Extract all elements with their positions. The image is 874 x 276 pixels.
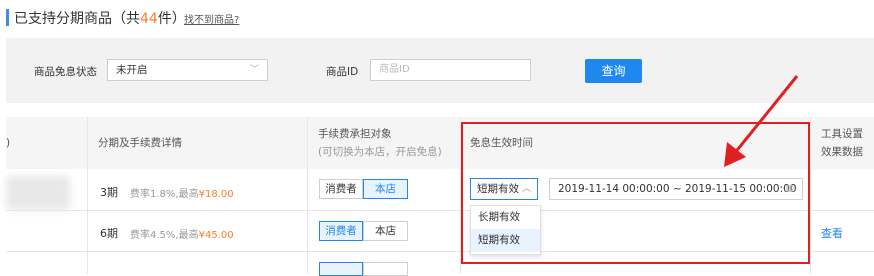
product-thumbnail (6, 176, 70, 210)
col-tools: 工具设置 (821, 128, 863, 140)
row2-fee-store[interactable]: 本店 (363, 221, 408, 241)
col-installment: 分期及手续费详情 (98, 137, 182, 149)
title-accent-bar (6, 9, 9, 26)
product-count: 44 (140, 11, 158, 27)
row1-period: 3期 (100, 186, 118, 199)
page-title: 已支持分期商品（共44件） (14, 11, 186, 27)
row1-fee-consumer[interactable]: 消费者 (319, 179, 363, 199)
arrow-head (724, 142, 746, 167)
row1-fee-store[interactable]: 本店 (363, 179, 408, 199)
col-cut-label: ) (6, 137, 11, 149)
row1-rate: 费率1.8%,最高¥18.00 (130, 189, 234, 200)
arrow-shaft (732, 75, 799, 155)
product-id-label: 商品ID (326, 66, 359, 78)
view-link[interactable]: 查看 (821, 225, 843, 241)
col-fee-bearer: 手续费承担对象 (318, 128, 392, 140)
not-found-link[interactable]: 找不到商品? (184, 11, 239, 26)
col-effect-data: 效果数据 (821, 146, 863, 158)
annotation-arrow (724, 75, 799, 167)
status-select[interactable]: 未开启 ﹀ (107, 59, 268, 81)
status-filter-label: 商品免息状态 (34, 66, 97, 78)
row2-fee-consumer[interactable]: 消费者 (319, 221, 363, 241)
product-id-input[interactable]: 商品ID (370, 59, 531, 81)
row2-rate: 费率4.5%,最高¥45.00 (130, 230, 234, 241)
chevron-down-icon: ﹀ (249, 65, 259, 75)
search-button[interactable]: 查询 (585, 59, 642, 83)
col-fee-bearer-note: (可切换为本店，开启免息) (318, 146, 442, 158)
row2-period: 6期 (100, 227, 118, 240)
